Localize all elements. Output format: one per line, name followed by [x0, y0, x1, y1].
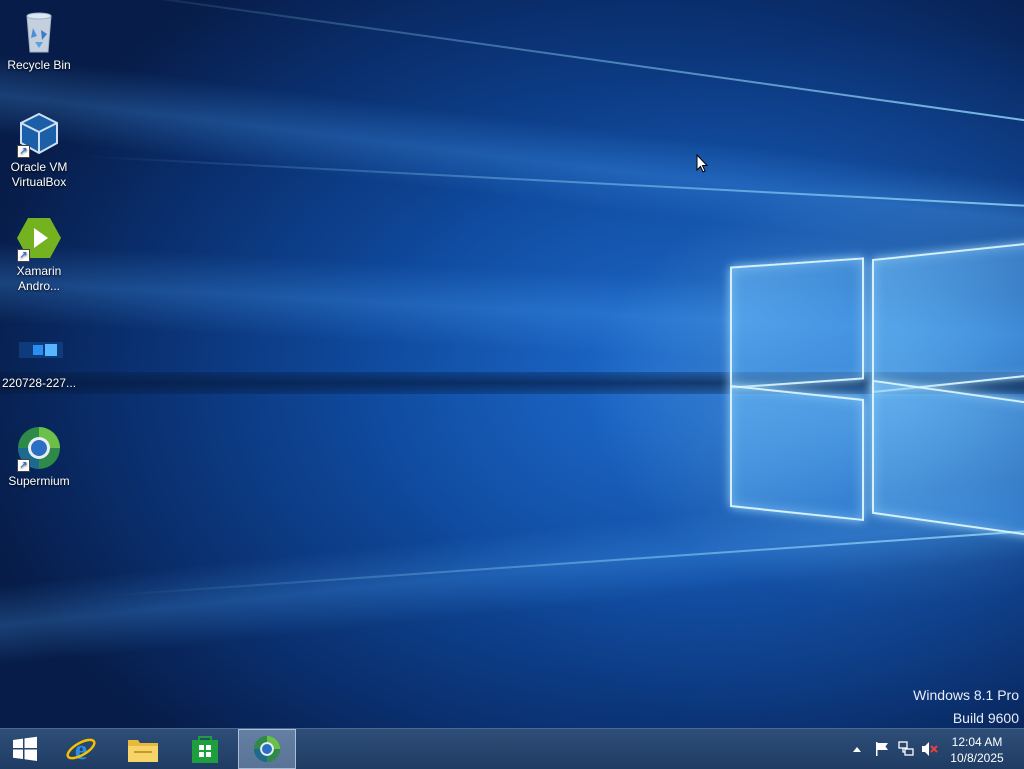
watermark-build: Build 9600 [952, 710, 1019, 726]
taskbar: e 12:04 AM 10/8/2025 [0, 728, 1024, 769]
recycle-bin-icon [15, 8, 63, 56]
taskbar-clock[interactable]: 12:04 AM 10/8/2025 [942, 734, 1012, 766]
light-band [0, 237, 1024, 380]
horizon-band [0, 372, 1024, 394]
internet-explorer-icon: e [66, 735, 96, 765]
taskbar-store-button[interactable] [176, 729, 234, 769]
window-pane-bottom-right [872, 379, 1024, 539]
shortcut-arrow-icon: ↗ [17, 459, 30, 472]
shortcut-arrow-icon: ↗ [17, 145, 30, 158]
chevron-up-icon [853, 747, 861, 752]
light-band [0, 44, 1024, 270]
window-pane-top-left [730, 257, 864, 389]
supermium-icon [253, 735, 281, 763]
desktop-icon-xamarin[interactable]: ↗ Xamarin Andro... [0, 214, 78, 294]
network-button[interactable] [894, 729, 918, 769]
window-pane-bottom-left [730, 384, 864, 522]
xamarin-icon: ↗ [15, 214, 63, 262]
taskbar-supermium-button[interactable] [238, 729, 296, 769]
windows-start-icon [13, 736, 37, 761]
desktop-icon-virtualbox[interactable]: ↗ Oracle VM VirtualBox [0, 110, 78, 190]
windows-version-watermark: Windows 8.1 Pro Build 9600 [913, 684, 1019, 730]
windows-logo-file-icon [15, 326, 63, 374]
action-center-button[interactable] [870, 729, 894, 769]
network-icon [898, 741, 914, 756]
desktop-wallpaper [0, 0, 1024, 728]
mouse-cursor-icon [696, 153, 709, 178]
supermium-icon: ↗ [15, 424, 63, 472]
action-center-flag-icon [876, 742, 888, 756]
taskbar-internet-explorer-button[interactable]: e [52, 729, 110, 769]
watermark-edition: Windows 8.1 Pro [913, 687, 1019, 703]
volume-muted-icon [922, 742, 938, 756]
volume-button[interactable] [918, 729, 942, 769]
desktop-icon-label: Xamarin Andro... [16, 264, 62, 293]
clock-date: 10/8/2025 [950, 751, 1004, 765]
file-explorer-icon [128, 740, 158, 762]
start-button[interactable] [0, 729, 50, 769]
show-hidden-icons-button[interactable] [848, 729, 866, 769]
window-pane-top-right [872, 240, 1024, 394]
clock-time: 12:04 AM [951, 735, 1003, 749]
desktop-icon-label: Recycle Bin [7, 58, 71, 72]
store-icon [192, 736, 218, 763]
shortcut-arrow-icon: ↗ [17, 249, 30, 262]
desktop-icon-label: Oracle VM VirtualBox [10, 160, 68, 189]
desktop-icon-label: 220728-227... [1, 376, 77, 390]
virtualbox-icon: ↗ [15, 110, 63, 158]
desktop-icon-label: Supermium [8, 474, 70, 488]
desktop-icon-image-file[interactable]: 220728-227... [0, 326, 78, 391]
taskbar-file-explorer-button[interactable] [114, 729, 172, 769]
light-band [0, 470, 1024, 676]
desktop-icon-supermium[interactable]: ↗ Supermium [0, 424, 78, 489]
desktop-icon-recycle-bin[interactable]: Recycle Bin [0, 8, 78, 73]
